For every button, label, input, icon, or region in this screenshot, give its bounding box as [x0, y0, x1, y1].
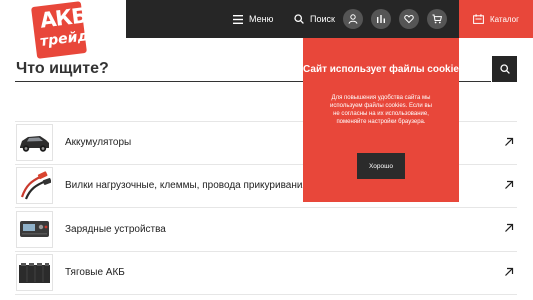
jumper-cables-thumbnail: [16, 167, 53, 205]
menu-label: Меню: [249, 14, 274, 24]
category-item-chargers[interactable]: Зарядные устройства: [15, 208, 517, 252]
cart-button[interactable]: [427, 9, 447, 29]
search-button[interactable]: Поиск: [294, 10, 335, 28]
traction-battery-thumbnail: [16, 254, 53, 292]
category-label: Зарядные устройства: [65, 223, 166, 235]
category-item-traction-batteries[interactable]: Тяговые АКБ: [15, 252, 517, 295]
charger-thumbnail: [16, 210, 53, 248]
cookie-notice: Сайт использует файлы cookie Для повышен…: [303, 38, 459, 202]
cookie-title: Сайт использует файлы cookie: [303, 64, 459, 75]
menu-button[interactable]: Меню: [233, 10, 273, 28]
search-submit-button[interactable]: [492, 56, 517, 82]
cookie-accept-button[interactable]: Хорошо: [357, 153, 405, 179]
arrow-up-right-icon: [505, 180, 514, 189]
cookie-text: Для повышения удобства сайта мы использу…: [330, 95, 432, 125]
compare-button[interactable]: [371, 9, 391, 29]
car-thumbnail: [16, 124, 53, 162]
cart-icon: [432, 14, 442, 24]
search-label: Поиск: [310, 14, 335, 24]
category-label: Тяговые АКБ: [65, 267, 125, 279]
search-icon: [499, 64, 510, 74]
arrow-up-right-icon: [505, 137, 514, 146]
arrow-up-right-icon: [505, 267, 514, 276]
account-button[interactable]: [343, 9, 363, 29]
logo[interactable]: АКБ трейд: [0, 0, 126, 60]
menu-icon: [233, 14, 243, 24]
favorites-button[interactable]: [399, 9, 419, 29]
user-icon: [348, 14, 358, 24]
category-label: Вилки нагрузочные, клеммы, провода прику…: [65, 180, 308, 192]
category-label: Аккумуляторы: [65, 137, 132, 149]
search-icon: [294, 14, 304, 24]
arrow-up-right-icon: [505, 223, 514, 232]
heart-icon: [404, 14, 414, 24]
catalog-icon: [473, 14, 484, 24]
compare-icon: [377, 15, 385, 23]
page: Меню Поиск Каталог АКБ трейд Что ищите? …: [0, 0, 533, 300]
catalog-label: Каталог: [489, 14, 520, 24]
catalog-button[interactable]: Каталог: [459, 0, 533, 38]
